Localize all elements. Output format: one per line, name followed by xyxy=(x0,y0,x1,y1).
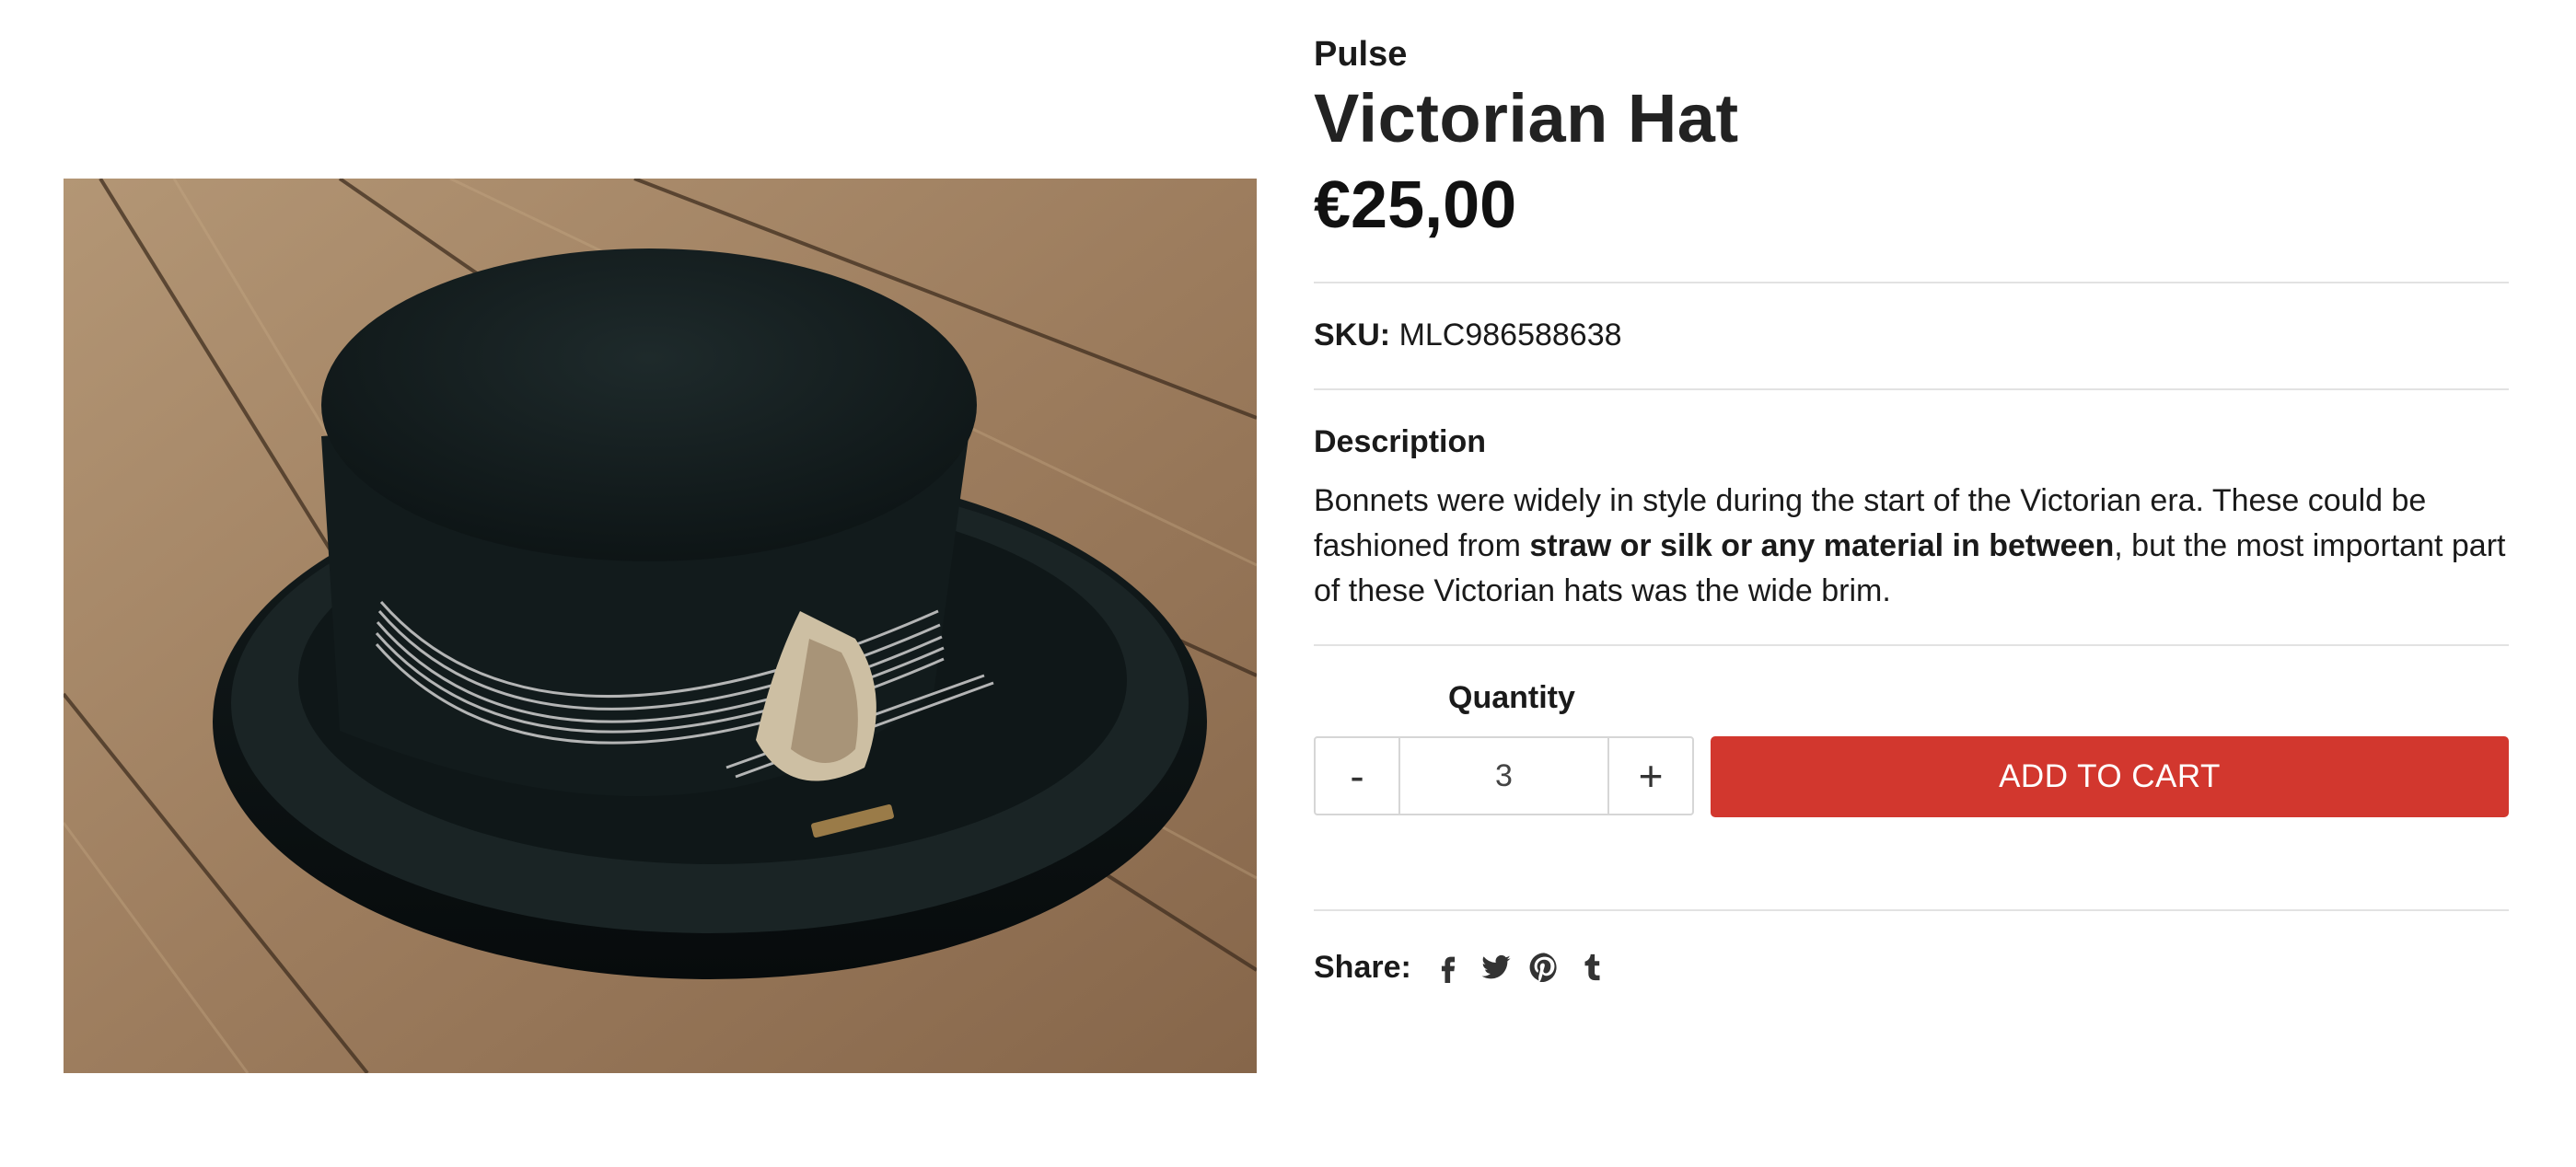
product-sku: SKU: MLC986588638 xyxy=(1314,315,1622,355)
quantity-stepper: - + xyxy=(1314,736,1694,815)
share-bar: Share: xyxy=(1314,946,1621,988)
description-text: Bonnets were widely in style during the … xyxy=(1314,479,2509,614)
divider xyxy=(1314,282,2509,283)
product-title: Victorian Hat xyxy=(1314,80,1739,156)
hat-photo xyxy=(64,179,1257,1073)
share-label: Share: xyxy=(1314,950,1411,985)
pinterest-icon[interactable] xyxy=(1526,949,1562,986)
tumblr-icon[interactable] xyxy=(1573,949,1610,986)
quantity-increase-button[interactable]: + xyxy=(1607,738,1692,814)
divider xyxy=(1314,644,2509,646)
divider xyxy=(1314,909,2509,911)
quantity-decrease-button[interactable]: - xyxy=(1316,738,1400,814)
divider xyxy=(1314,388,2509,390)
quantity-label: Quantity xyxy=(1448,680,1575,715)
quantity-input[interactable] xyxy=(1400,738,1607,814)
product-image[interactable] xyxy=(64,179,1257,1073)
add-to-cart-button[interactable]: ADD TO CART xyxy=(1711,736,2509,817)
product-vendor[interactable]: Pulse xyxy=(1314,33,1407,75)
facebook-icon[interactable] xyxy=(1430,949,1467,986)
product-price: €25,00 xyxy=(1314,168,1517,242)
description-text-bold: straw or silk or any material in between xyxy=(1529,528,2115,563)
description-heading: Description xyxy=(1314,424,1487,459)
sku-label: SKU: xyxy=(1314,318,1391,352)
twitter-icon[interactable] xyxy=(1478,949,1514,986)
sku-value: MLC986588638 xyxy=(1398,318,1622,352)
